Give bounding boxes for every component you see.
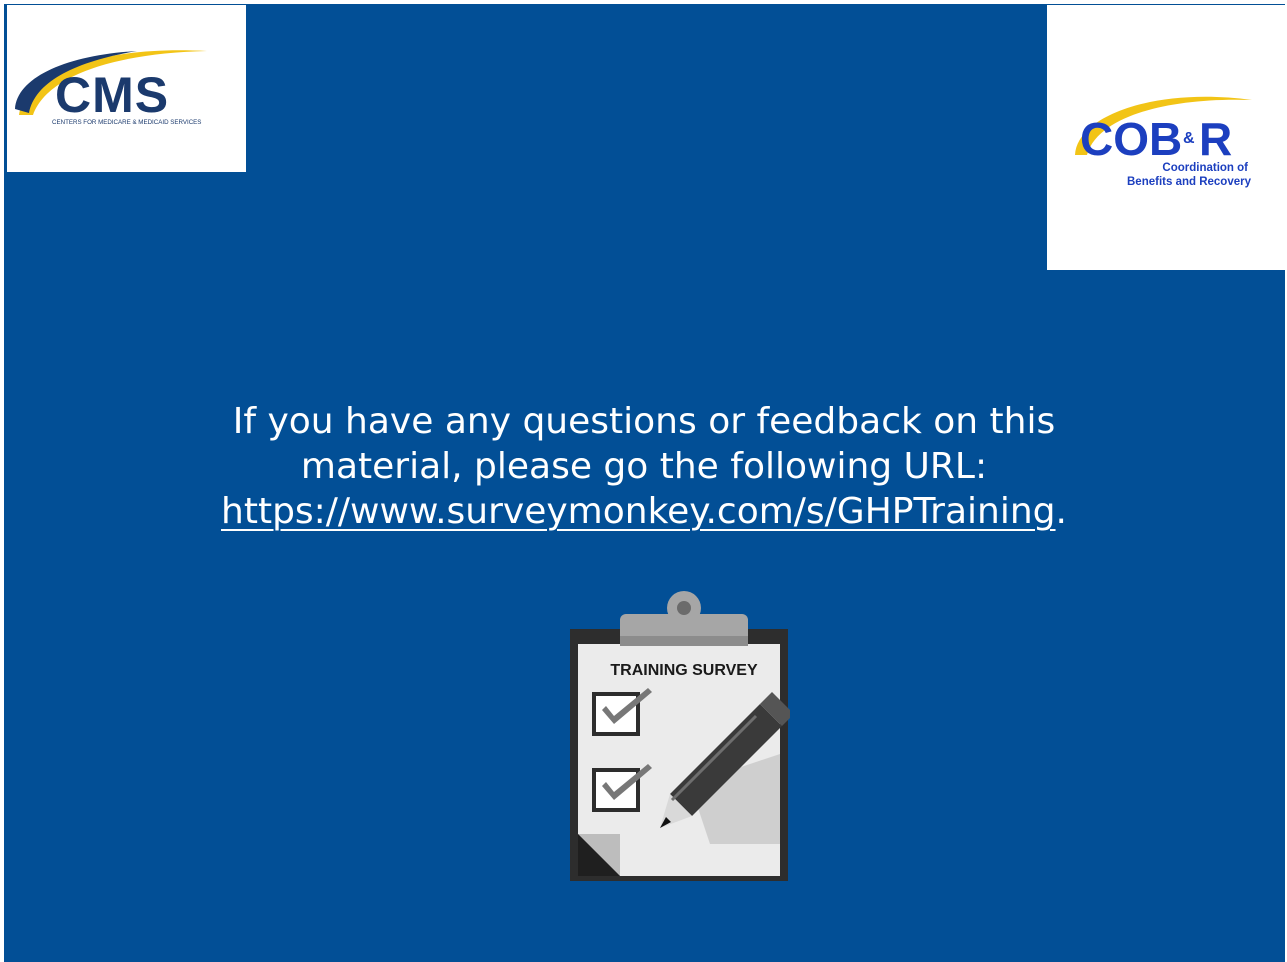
cms-wordmark: CMS — [55, 67, 169, 123]
url-row: https://www.surveymonkey.com/s/GHPTraini… — [124, 489, 1164, 534]
message-line-2: material, please go the following URL: — [300, 446, 988, 487]
survey-url-link[interactable]: https://www.surveymonkey.com/s/GHPTraini… — [221, 491, 1056, 532]
cms-tagline: CENTERS FOR MEDICARE & MEDICAID SERVICES — [52, 119, 201, 126]
cobr-logo: COB & R Coordination of Benefits and Rec… — [1047, 5, 1285, 270]
cobr-wordmark-cob: COB — [1080, 113, 1182, 165]
url-trailing-period: . — [1055, 491, 1067, 532]
clipboard-clip-base — [620, 636, 748, 646]
training-survey-illustration: TRAINING SURVEY — [560, 584, 794, 884]
cms-logo-graphic: CMS CENTERS FOR MEDICARE & MEDICAID SERV… — [15, 50, 207, 126]
message-line-1: If you have any questions or feedback on… — [232, 401, 1056, 442]
cobr-wordmark-r: R — [1199, 113, 1232, 165]
feedback-message: If you have any questions or feedback on… — [124, 399, 1164, 534]
checkbox-2 — [592, 768, 640, 812]
cobr-logo-graphic: COB & R Coordination of Benefits and Rec… — [1075, 96, 1252, 188]
clipboard-survey-icon: TRAINING SURVEY — [570, 591, 794, 881]
cobr-wordmark-amp: & — [1183, 130, 1195, 147]
clipboard-ring-hole — [677, 601, 691, 615]
checkbox-1 — [592, 692, 640, 736]
slide: CMS CENTERS FOR MEDICARE & MEDICAID SERV… — [4, 4, 1285, 962]
cms-logo: CMS CENTERS FOR MEDICARE & MEDICAID SERV… — [7, 5, 246, 172]
cobr-subtitle-line1: Coordination of — [1162, 162, 1248, 174]
clipboard-label: TRAINING SURVEY — [610, 662, 758, 679]
cobr-subtitle-line2: Benefits and Recovery — [1127, 176, 1252, 188]
